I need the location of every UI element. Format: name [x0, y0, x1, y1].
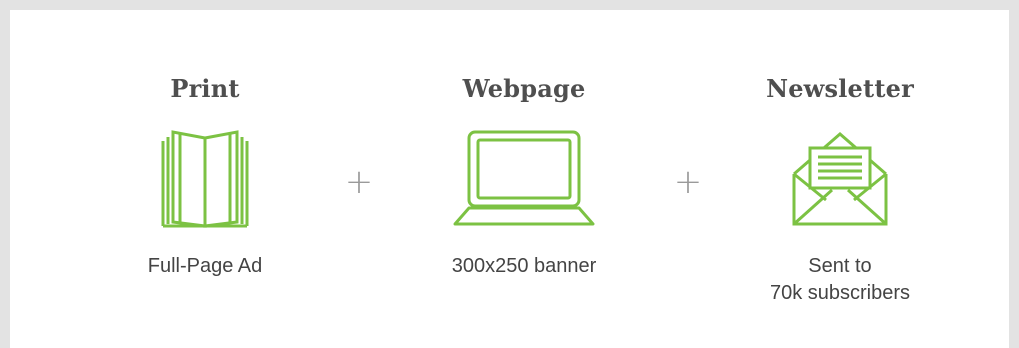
open-book-icon — [75, 128, 335, 230]
ad-package-panel: Print Full-Page Ad + Webpage 300x250 ban… — [0, 0, 1019, 348]
open-envelope-letter-icon — [710, 128, 970, 230]
channel-title: Newsletter — [766, 74, 914, 103]
caption-line: 300x250 banner — [451, 255, 597, 277]
channel-caption: Full-Page Ad — [75, 253, 335, 280]
channel-title: Print — [170, 74, 240, 103]
laptop-icon — [394, 128, 654, 230]
plus-separator: + — [673, 162, 703, 202]
caption-line: 70k subscribers — [769, 282, 911, 304]
channel-caption: 300x250 banner — [394, 253, 654, 280]
channel-caption: Sent to 70k subscribers — [710, 253, 970, 307]
caption-line: Full-Page Ad — [147, 255, 263, 277]
caption-line: Sent to — [808, 255, 872, 277]
plus-separator: + — [344, 162, 374, 202]
channel-title: Webpage — [462, 74, 586, 103]
